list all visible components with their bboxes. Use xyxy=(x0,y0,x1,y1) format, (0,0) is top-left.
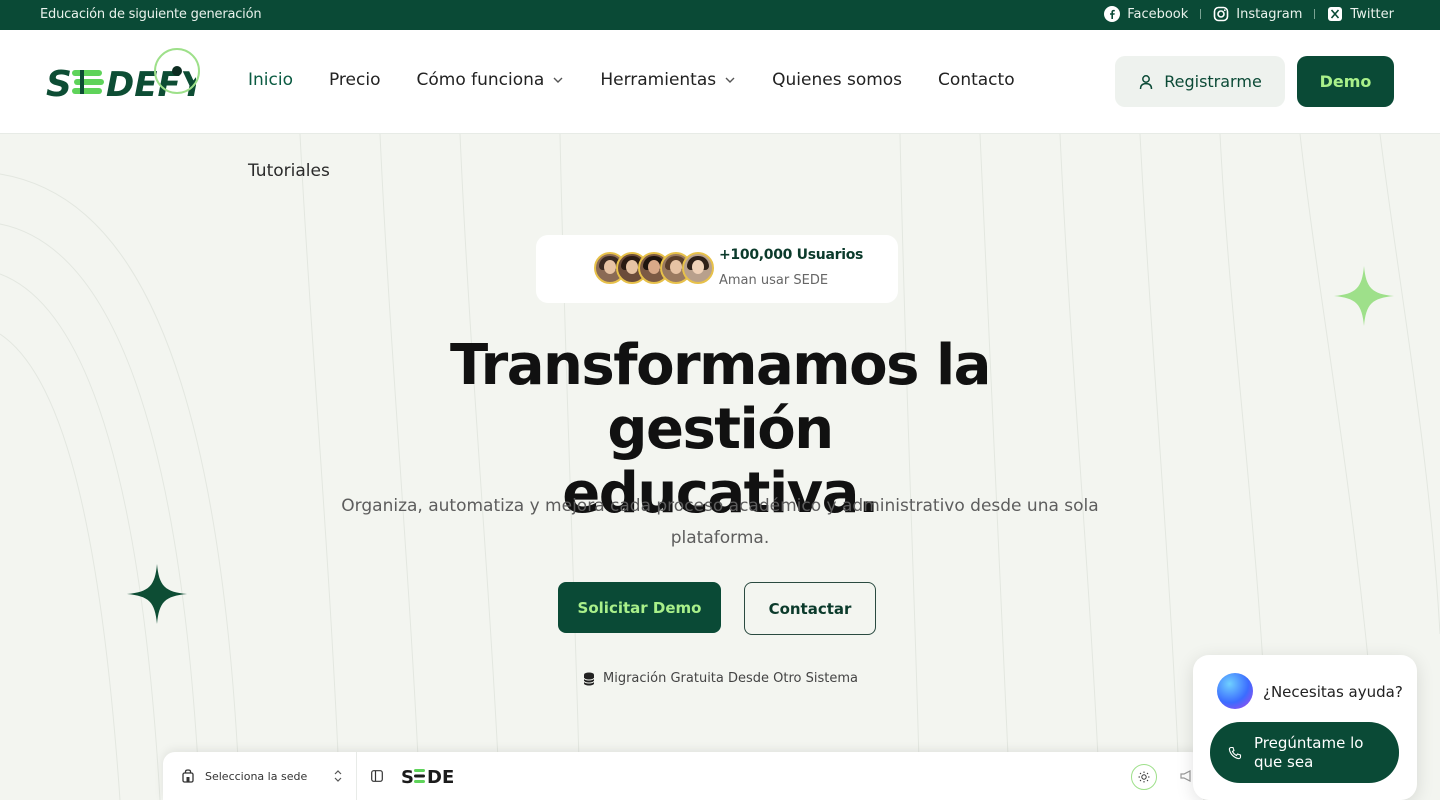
users-subtitle: Aman usar SEDE xyxy=(719,273,829,288)
request-demo-label: Solicitar Demo xyxy=(577,598,702,617)
migration-label: Migración Gratuita Desde Otro Sistema xyxy=(603,671,859,686)
sparkle-icon xyxy=(127,564,187,624)
x-twitter-icon xyxy=(1328,7,1343,21)
hero-subtitle: Organiza, automatiza y mejora cada proce… xyxy=(341,496,1099,548)
tagline: Educación de siguiente generación xyxy=(40,7,262,22)
nav-item-inicio[interactable]: Inicio xyxy=(248,70,293,90)
register-label: Registrarme xyxy=(1164,72,1262,91)
cursor-dot xyxy=(172,66,182,76)
ask-anything-button[interactable]: Pregúntame lo que sea xyxy=(1210,722,1399,783)
sidebar-toggle-icon[interactable] xyxy=(371,770,383,782)
register-button[interactable]: Registrarme xyxy=(1115,56,1285,107)
avatar xyxy=(682,252,714,284)
chevron-down-icon xyxy=(553,77,563,83)
nav-label: Precio xyxy=(328,70,381,90)
nav-item-herramientas[interactable]: Herramientas xyxy=(600,70,736,90)
app-preview: Selecciona la sede S DE xyxy=(163,752,1203,800)
avatar-group xyxy=(594,252,714,284)
users-count: +100,000 Usuarios xyxy=(719,247,864,263)
nav-item-tutoriales[interactable]: Tutoriales xyxy=(248,161,330,181)
contact-label: Contactar xyxy=(768,599,852,618)
assistant-orb-icon xyxy=(1217,673,1253,709)
ask-anything-label: Pregúntame lo que sea xyxy=(1254,733,1364,771)
facebook-icon xyxy=(1104,6,1121,22)
nav-label: Quienes somos xyxy=(772,70,903,90)
nav-label: Contacto xyxy=(938,70,1015,90)
building-icon xyxy=(182,769,194,783)
theme-toggle-button[interactable] xyxy=(1131,764,1157,790)
header: S DEFY Inicio Precio Cómo funciona Herra… xyxy=(0,30,1440,134)
hero-title-line1: Transformamos la gestión xyxy=(450,333,991,462)
twitter-link[interactable]: Twitter xyxy=(1327,6,1394,22)
demo-button[interactable]: Demo xyxy=(1297,56,1394,107)
divider xyxy=(1314,9,1316,19)
nav-label: Cómo funciona xyxy=(416,70,545,90)
main-nav: Inicio Precio Cómo funciona Herramientas… xyxy=(248,70,1051,90)
nav-item-precio[interactable]: Precio xyxy=(329,70,381,90)
nav-label: Herramientas xyxy=(600,70,717,90)
social-links: Facebook Instagram Twitter xyxy=(1104,6,1394,22)
sparkle-icon xyxy=(1334,266,1394,326)
sede-select[interactable]: Selecciona la sede xyxy=(163,752,357,800)
nav-item-quienes-somos[interactable]: Quienes somos xyxy=(772,70,902,90)
megaphone-icon[interactable] xyxy=(1179,769,1193,783)
sede-logo: S DE xyxy=(401,767,454,787)
chevron-up-down-icon xyxy=(334,770,342,782)
sede-select-label: Selecciona la sede xyxy=(205,769,308,783)
instagram-link[interactable]: Instagram xyxy=(1213,6,1302,22)
help-widget: ¿Necesitas ayuda? Pregúntame lo que sea xyxy=(1193,655,1417,800)
facebook-link[interactable]: Facebook xyxy=(1104,6,1188,22)
phone-icon xyxy=(1228,746,1242,759)
facebook-label: Facebook xyxy=(1127,6,1189,22)
chevron-down-icon xyxy=(725,77,735,83)
nav-item-contacto[interactable]: Contacto xyxy=(938,70,1015,90)
instagram-icon xyxy=(1213,6,1229,22)
nav-label: Inicio xyxy=(248,70,293,90)
nav-item-como-funciona[interactable]: Cómo funciona xyxy=(416,70,564,90)
svg-text:S: S xyxy=(46,64,72,104)
twitter-label: Twitter xyxy=(1350,6,1394,22)
sun-icon xyxy=(1138,771,1150,783)
user-icon xyxy=(1139,74,1153,89)
contact-button[interactable]: Contactar xyxy=(744,582,876,635)
migration-note: Migración Gratuita Desde Otro Sistema xyxy=(583,671,858,686)
users-badge: +100,000 Usuarios Aman usar SEDE xyxy=(536,235,898,303)
instagram-label: Instagram xyxy=(1236,6,1303,22)
database-icon xyxy=(583,672,595,685)
divider xyxy=(1200,9,1202,19)
svg-text:S: S xyxy=(401,767,414,787)
help-question: ¿Necesitas ayuda? xyxy=(1263,683,1403,701)
demo-label: Demo xyxy=(1319,72,1372,91)
top-bar: Educación de siguiente generación Facebo… xyxy=(0,0,1440,30)
svg-text:DE: DE xyxy=(427,767,454,787)
request-demo-button[interactable]: Solicitar Demo xyxy=(558,582,721,633)
